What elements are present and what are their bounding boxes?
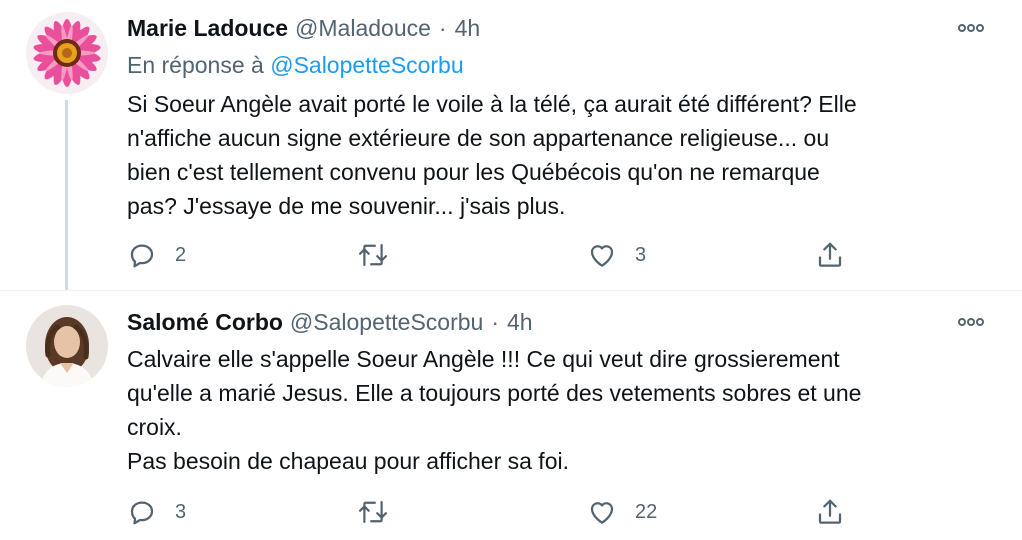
tweet-text-line: Pas besoin de chapeau pour afficher sa f… <box>127 448 569 474</box>
separator-dot: · <box>438 14 447 41</box>
thread-line <box>65 100 68 290</box>
tweet-actions: 3 22 <box>127 495 867 529</box>
more-icon <box>958 318 984 326</box>
tweet-text: Si Soeur Angèle avait porté le voile à l… <box>127 87 997 223</box>
tweet-header: Salomé Corbo @SalopetteScorbu · 4h <box>127 307 533 337</box>
tweet-text: Calvaire elle s'appelle Soeur Angèle !!!… <box>127 342 997 478</box>
reply-count: 3 <box>175 500 187 523</box>
timestamp[interactable]: 4h <box>455 15 481 42</box>
share-icon <box>818 242 842 267</box>
tweet-actions: 2 3 <box>127 238 867 272</box>
retweet-icon <box>358 501 388 523</box>
like-count: 22 <box>635 500 658 523</box>
retweet-icon <box>358 244 388 266</box>
like-count: 3 <box>635 243 647 266</box>
avatar-salome-corbo[interactable] <box>26 305 108 387</box>
reply-icon <box>130 244 154 268</box>
display-name[interactable]: Marie Ladouce <box>127 15 288 42</box>
share-button[interactable] <box>815 238 845 272</box>
retweet-button[interactable] <box>357 495 407 529</box>
reply-context: En réponse à @SalopetteScorbu <box>127 52 464 79</box>
share-button[interactable] <box>815 495 845 529</box>
tweet-text-line: pas? J'essaye de me souvenir... j'sais p… <box>127 193 566 219</box>
reply-button[interactable]: 3 <box>127 495 186 529</box>
portrait-avatar-image <box>26 305 108 387</box>
tweet-text-line: bien c'est tellement convenu pour les Qu… <box>127 159 820 185</box>
tweet-1: Marie Ladouce @Maladouce · 4h En réponse… <box>0 0 1022 290</box>
user-handle[interactable]: @SalopetteScorbu <box>290 309 483 336</box>
more-options-button[interactable] <box>956 18 986 38</box>
tweet-text-line: croix. <box>127 414 182 440</box>
share-icon <box>818 499 842 524</box>
more-icon <box>958 24 984 32</box>
reply-icon <box>130 501 154 525</box>
reply-count: 2 <box>175 243 187 266</box>
tweet-text-line: n'affiche aucun signe extérieure de son … <box>127 125 830 151</box>
heart-icon <box>590 502 614 524</box>
like-button[interactable]: 22 <box>587 495 657 529</box>
flower-avatar-image <box>26 12 108 94</box>
timestamp[interactable]: 4h <box>507 309 533 336</box>
avatar-marie-ladouce[interactable] <box>26 12 108 94</box>
more-options-button[interactable] <box>956 312 986 332</box>
separator-dot: · <box>491 308 500 335</box>
reply-mention-link[interactable]: @SalopetteScorbu <box>270 52 463 78</box>
reply-button[interactable]: 2 <box>127 238 186 272</box>
tweet-text-line: Si Soeur Angèle avait porté le voile à l… <box>127 91 857 117</box>
like-button[interactable]: 3 <box>587 238 646 272</box>
tweet-2: Salomé Corbo @SalopetteScorbu · 4h Calva… <box>0 291 1022 540</box>
retweet-button[interactable] <box>357 238 407 272</box>
user-handle[interactable]: @Maladouce <box>295 15 431 42</box>
tweet-text-line: qu'elle a marié Jesus. Elle a toujours p… <box>127 380 862 406</box>
tweet-header: Marie Ladouce @Maladouce · 4h <box>127 13 480 43</box>
tweet-text-line: Calvaire elle s'appelle Soeur Angèle !!!… <box>127 346 840 372</box>
heart-icon <box>590 245 614 267</box>
display-name[interactable]: Salomé Corbo <box>127 309 283 336</box>
reply-prefix: En réponse à <box>127 52 264 78</box>
